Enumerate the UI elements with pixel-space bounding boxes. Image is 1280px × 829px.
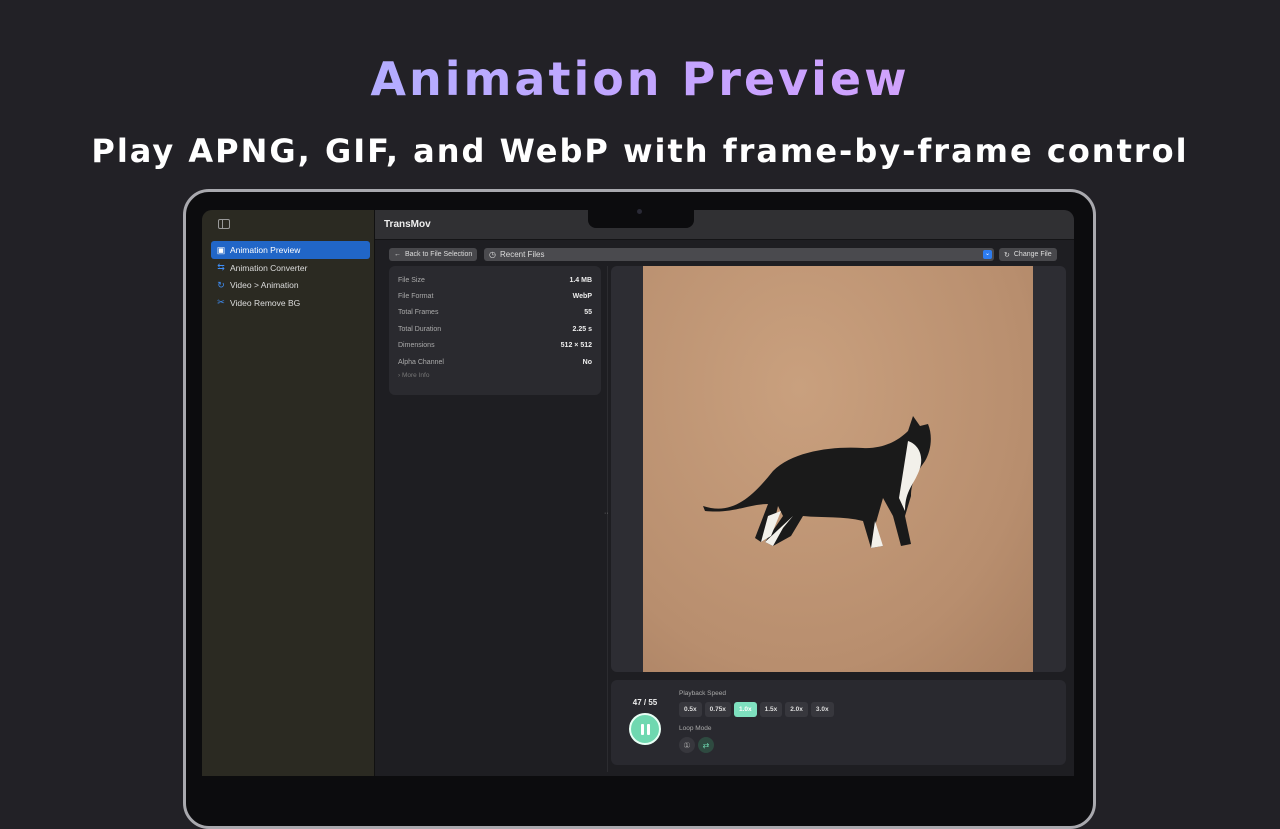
info-key: Alpha Channel xyxy=(398,359,444,366)
animation-frame-image xyxy=(643,266,1033,672)
recent-files-select[interactable]: ◷ Recent Files ⌄ xyxy=(484,248,994,261)
sidebar-item-animation-preview[interactable]: ▣ Animation Preview xyxy=(211,241,370,259)
speed-option[interactable]: 2.0x xyxy=(785,702,808,717)
scissors-icon: ✂ xyxy=(216,297,226,308)
file-info-panel: File Size 1.4 MB File Format WebP Total Fr… xyxy=(389,266,601,395)
repeat-once-icon[interactable]: ① xyxy=(679,737,695,753)
app-window: ▣Animation Preview ⇆Animation Converter … xyxy=(202,210,1074,776)
info-value: 2.25 s xyxy=(573,326,592,333)
drag-handle-icon[interactable]: ·· xyxy=(604,510,609,517)
speed-option[interactable]: 1.5x xyxy=(760,702,783,717)
info-value: WebP xyxy=(573,293,592,300)
speed-option-selected[interactable]: 1.0x xyxy=(734,702,757,717)
app-title: TransMov xyxy=(384,219,431,230)
back-button[interactable]: ← Back to File Selection xyxy=(389,248,477,261)
speed-option[interactable]: 0.5x xyxy=(679,702,702,717)
more-info-label: More Info xyxy=(402,372,429,379)
cat-illustration xyxy=(643,266,1033,672)
info-key: Total Duration xyxy=(398,326,441,333)
info-row: File Size 1.4 MB xyxy=(398,272,592,288)
sidebar: ▣Animation Preview ⇆Animation Converter … xyxy=(202,210,375,776)
sidebar-item-label: Animation Preview xyxy=(230,245,300,255)
arrows-swap-icon: ⇆ xyxy=(216,262,226,273)
change-file-label: Change File xyxy=(1014,251,1052,258)
chevron-right-icon: › xyxy=(398,372,400,379)
info-row: Alpha Channel No xyxy=(398,354,592,370)
animation-preview xyxy=(611,266,1066,672)
sidebar-item-label: Animation Converter xyxy=(230,263,307,273)
playback-controls: 47 / 55 Playback Speed 0.5x 0.75x 1.0x 1… xyxy=(611,680,1066,765)
hero-title: Animation Preview xyxy=(0,52,1280,106)
change-file-button[interactable]: ↻ Change File xyxy=(999,248,1057,261)
info-row: Dimensions 512 × 512 xyxy=(398,338,592,354)
toolbar: ← Back to File Selection ◷ Recent Files ⌄ ↻… xyxy=(389,248,1059,262)
back-label: Back to File Selection xyxy=(405,251,472,258)
info-row: Total Frames 55 xyxy=(398,305,592,321)
history-icon: ◷ xyxy=(489,250,496,259)
info-value: No xyxy=(583,359,592,366)
info-row: Total Duration 2.25 s xyxy=(398,321,592,337)
more-info-toggle[interactable]: › More Info xyxy=(398,372,592,379)
info-key: Dimensions xyxy=(398,342,435,349)
title-bar: TransMov xyxy=(375,210,1074,240)
info-value: 512 × 512 xyxy=(561,342,592,349)
info-value: 55 xyxy=(584,309,592,316)
repeat-icon[interactable]: ⇄ xyxy=(698,737,714,753)
info-key: File Size xyxy=(398,277,425,284)
playback-speed-label: Playback Speed xyxy=(679,690,726,697)
refresh-icon: ↻ xyxy=(1004,251,1010,259)
camera-notch xyxy=(588,207,694,228)
info-key: Total Frames xyxy=(398,309,438,316)
pause-button[interactable] xyxy=(629,713,661,745)
image-icon: ▣ xyxy=(216,245,226,256)
camera-icon xyxy=(637,209,642,214)
speed-selector: 0.5x 0.75x 1.0x 1.5x 2.0x 3.0x xyxy=(679,702,834,717)
pause-icon xyxy=(641,724,644,735)
loop-mode-label: Loop Mode xyxy=(679,725,712,732)
sidebar-item-video-remove-bg[interactable]: ✂ Video Remove BG xyxy=(211,294,370,312)
info-row: File Format WebP xyxy=(398,288,592,304)
sidebar-item-video-to-animation[interactable]: ↻ Video > Animation xyxy=(211,276,370,294)
info-key: File Format xyxy=(398,293,433,300)
frame-counter: 47 / 55 xyxy=(623,698,667,707)
recent-files-label: Recent Files xyxy=(500,250,544,259)
sidebar-item-animation-converter[interactable]: ⇆ Animation Converter xyxy=(211,259,370,277)
sidebar-item-label: Video Remove BG xyxy=(230,298,300,308)
sidebar-item-label: Video > Animation xyxy=(230,280,299,290)
sidebar-toggle-icon[interactable] xyxy=(218,219,230,229)
arrow-left-icon: ← xyxy=(394,251,401,258)
loop-mode-selector: ① ⇄ xyxy=(679,737,714,753)
hero-subtitle: Play APNG, GIF, and WebP with frame-by-f… xyxy=(0,132,1280,170)
circle-arrows-icon: ↻ xyxy=(216,280,226,291)
chevron-down-icon: ⌄ xyxy=(983,250,992,259)
split-divider[interactable] xyxy=(607,266,608,772)
info-value: 1.4 MB xyxy=(569,277,592,284)
speed-option[interactable]: 3.0x xyxy=(811,702,834,717)
speed-option[interactable]: 0.75x xyxy=(705,702,731,717)
